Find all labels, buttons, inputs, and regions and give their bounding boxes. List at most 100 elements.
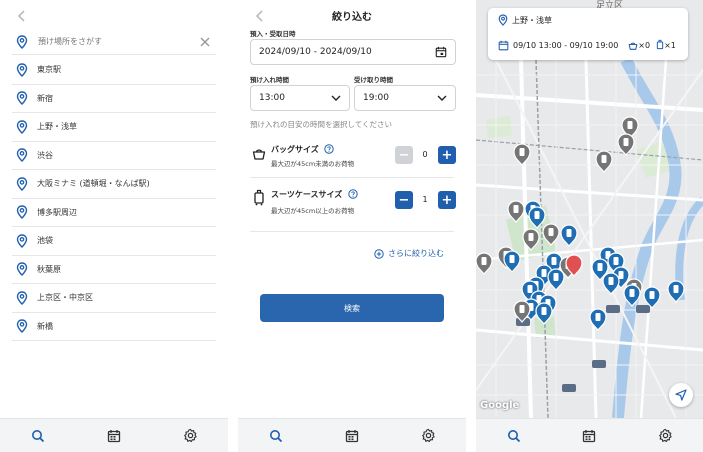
dropoff-time-value: 13:00 xyxy=(259,93,285,103)
bag-size-description: 最大辺が45cm未満のお荷物 xyxy=(271,160,355,168)
location-pin-icon xyxy=(16,262,28,277)
current-location-button[interactable] xyxy=(669,383,693,407)
dropoff-time-select[interactable]: 13:00 xyxy=(250,85,350,111)
bag-size-title: バッグサイズ xyxy=(271,145,319,154)
help-icon[interactable] xyxy=(348,189,358,199)
suitcase-size-title: スーツケースサイズ xyxy=(271,190,343,199)
tab-search[interactable] xyxy=(26,424,50,448)
location-search-screen: 東京駅 新宿 上野・浅草 渋谷 大阪ミナミ (道頓堀・なんば駅) 博多駅周辺 池… xyxy=(0,0,228,452)
location-list: 東京駅 新宿 上野・浅草 渋谷 大阪ミナミ (道頓堀・なんば駅) 博多駅周辺 池… xyxy=(12,56,216,341)
tab-settings[interactable] xyxy=(416,424,440,448)
tab-calendar[interactable] xyxy=(577,424,601,448)
help-icon[interactable] xyxy=(324,144,334,154)
filter-screen: 絞り込む 預入・受取日時 2024/09/10 - 2024/09/10 預け入… xyxy=(238,0,466,452)
suitcase-count: 1 xyxy=(422,195,428,204)
location-item[interactable]: 東京駅 xyxy=(12,56,216,85)
summary-suitcase: ×1 xyxy=(656,39,676,51)
google-attribution: Google xyxy=(480,400,520,411)
calendar-icon xyxy=(107,429,121,442)
more-filters-link[interactable]: さらに絞り込む xyxy=(374,248,444,259)
tab-settings[interactable] xyxy=(653,424,677,448)
divider xyxy=(250,231,454,232)
time-hint-text: 預け入れの目安の時間を選択してください xyxy=(250,120,393,129)
date-range-value: 2024/09/10 - 2024/09/10 xyxy=(259,47,372,57)
location-label: 渋谷 xyxy=(37,150,53,160)
search-input[interactable] xyxy=(38,37,198,46)
location-item[interactable]: 上京区・中京区 xyxy=(12,284,216,313)
date-label: 預入・受取日時 xyxy=(250,30,296,38)
search-icon xyxy=(270,429,283,442)
bottom-tab-bar xyxy=(0,418,228,452)
location-pin-icon xyxy=(16,177,28,191)
tab-search[interactable] xyxy=(264,424,288,448)
search-summary-card[interactable]: 上野・浅草 09/10 13:00 - 09/10 19:00 ×0 ×1 xyxy=(488,8,688,60)
page-title: 絞り込む xyxy=(332,12,372,23)
tab-calendar[interactable] xyxy=(340,424,364,448)
back-arrow-icon[interactable] xyxy=(14,8,30,24)
gear-icon xyxy=(183,428,197,443)
bottom-tab-bar xyxy=(476,418,703,452)
location-pin-icon xyxy=(16,120,28,134)
location-pin-icon xyxy=(16,91,28,106)
bag-icon xyxy=(252,149,266,160)
suitcase-icon xyxy=(254,189,264,206)
gear-icon xyxy=(421,428,435,443)
pickup-time-value: 19:00 xyxy=(363,93,389,103)
search-icon xyxy=(507,429,520,442)
gear-icon xyxy=(658,428,672,443)
location-item[interactable]: 新宿 xyxy=(12,85,216,113)
navigation-arrow-icon xyxy=(675,389,687,401)
pickup-time-select[interactable]: 19:00 xyxy=(354,85,456,111)
location-item[interactable]: 大阪ミナミ (道頓堀・なんば駅) xyxy=(12,170,216,199)
location-item[interactable]: 秋葉原 xyxy=(12,256,216,284)
divider xyxy=(250,177,454,178)
dropoff-time-label: 預け入れ時間 xyxy=(250,76,289,84)
location-item[interactable]: 博多駅周辺 xyxy=(12,199,216,227)
suitcase-increment-button[interactable]: + xyxy=(438,191,456,209)
location-label: 秋葉原 xyxy=(37,264,61,274)
summary-datetime: 09/10 13:00 - 09/10 19:00 xyxy=(513,40,619,50)
summary-bag: ×0 xyxy=(628,41,650,50)
summary-location: 上野・浅草 xyxy=(498,14,552,26)
summary-bag-count: ×0 xyxy=(638,40,651,50)
tab-search[interactable] xyxy=(502,424,526,448)
calendar-icon xyxy=(498,40,509,50)
close-icon[interactable] xyxy=(198,35,212,49)
location-pin-icon xyxy=(16,291,28,305)
calendar-icon xyxy=(345,429,359,442)
suitcase-size-description: 最大辺が45cm以上のお荷物 xyxy=(271,207,355,215)
chevron-down-icon xyxy=(331,95,341,101)
tab-settings[interactable] xyxy=(178,424,202,448)
location-label: 上京区・中京区 xyxy=(37,293,93,303)
search-bar xyxy=(12,29,216,55)
location-pin-icon xyxy=(16,63,28,77)
location-label: 大阪ミナミ (道頓堀・なんば駅) xyxy=(37,179,150,189)
summary-location-label: 上野・浅草 xyxy=(512,15,552,25)
calendar-icon xyxy=(583,429,596,442)
plus-circle-icon xyxy=(374,248,384,259)
bag-count: 0 xyxy=(422,150,428,159)
suitcase-decrement-button[interactable]: − xyxy=(395,191,413,209)
location-item[interactable]: 上野・浅草 xyxy=(12,113,216,142)
bag-icon xyxy=(628,42,638,50)
location-label: 池袋 xyxy=(37,236,53,246)
location-pin-icon xyxy=(16,234,28,248)
bag-decrement-button[interactable]: − xyxy=(395,146,413,164)
tab-calendar[interactable] xyxy=(102,424,126,448)
location-pin-icon xyxy=(16,319,28,334)
location-item[interactable]: 池袋 xyxy=(12,227,216,256)
calendar-icon xyxy=(435,46,447,58)
location-item[interactable]: 新橋 xyxy=(12,313,216,341)
summary-details: 09/10 13:00 - 09/10 19:00 ×0 ×1 xyxy=(498,39,676,51)
date-range-field[interactable]: 2024/09/10 - 2024/09/10 xyxy=(250,39,456,65)
bag-increment-button[interactable]: + xyxy=(438,146,456,164)
location-label: 上野・浅草 xyxy=(37,122,77,132)
location-pin-icon xyxy=(16,148,28,163)
location-item[interactable]: 渋谷 xyxy=(12,142,216,170)
location-pin-icon xyxy=(16,34,28,49)
location-label: 博多駅周辺 xyxy=(37,207,77,217)
map-view[interactable]: 足立区 上野・浅草 09/10 13:00 - 09/10 19:00 ×0 ×… xyxy=(476,0,703,418)
search-button[interactable]: 検索 xyxy=(260,294,444,322)
chevron-down-icon xyxy=(437,95,447,101)
search-icon xyxy=(32,429,45,442)
